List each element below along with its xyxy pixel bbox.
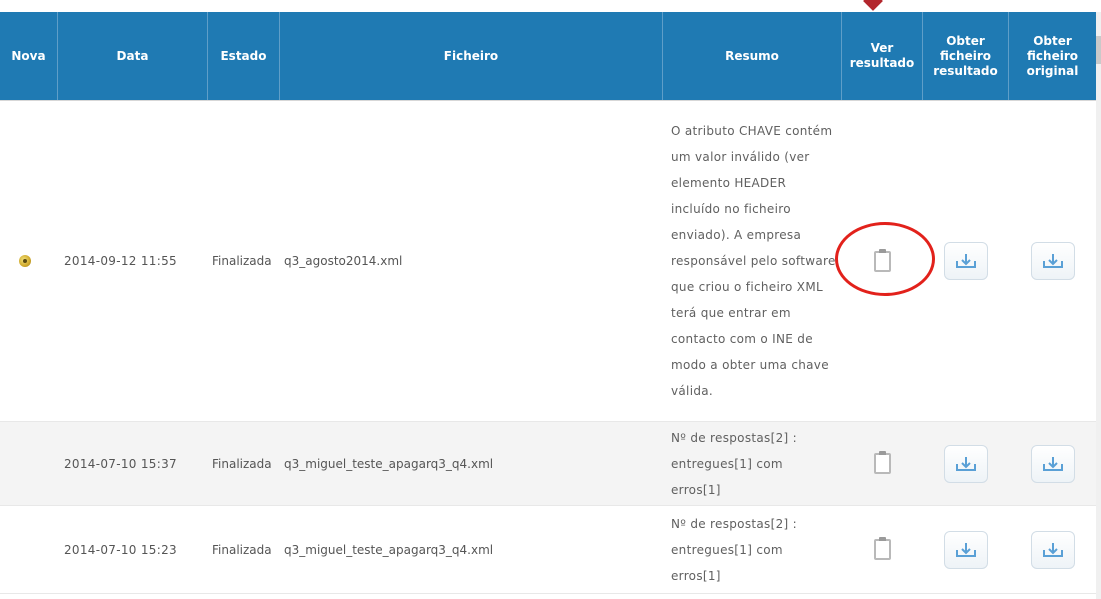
cell-nova — [0, 255, 58, 267]
header-resumo: Resumo — [663, 12, 842, 100]
header-obter-ficheiro-resultado: Obter ficheiro resultado — [923, 12, 1009, 100]
cell-resumo: O atributo CHAVE contém um valor inválid… — [671, 124, 836, 398]
cell-obter-resultado — [923, 242, 1009, 280]
cell-estado: Finalizada — [212, 456, 272, 471]
clipboard-icon[interactable] — [874, 248, 891, 272]
cell-data: 2014-07-10 15:37 — [64, 456, 177, 471]
top-strip — [0, 0, 1101, 12]
cell-obter-resultado — [923, 444, 1009, 483]
cell-ficheiro: q3_miguel_teste_apagarq3_q4.xml — [284, 542, 494, 557]
cell-data: 2014-09-12 11:55 — [64, 254, 177, 268]
download-result-button[interactable] — [944, 242, 988, 280]
cell-resumo: Nº de respostas[2] : entregues[1] com er… — [671, 430, 797, 497]
vertical-scrollbar[interactable] — [1096, 12, 1101, 599]
download-icon — [1042, 456, 1063, 471]
cell-obter-original — [1009, 530, 1096, 569]
cell-obter-original — [1009, 444, 1096, 483]
download-icon — [956, 456, 976, 471]
cell-obter-resultado — [923, 530, 1009, 569]
cell-data: 2014-07-10 15:23 — [64, 542, 177, 557]
header-nova: Nova — [0, 12, 58, 100]
cell-estado: Finalizada — [212, 542, 272, 557]
cell-ficheiro: q3_agosto2014.xml — [284, 254, 403, 268]
table-row: 2014-09-12 11:55 Finalizada q3_agosto201… — [0, 101, 1096, 422]
download-icon — [956, 254, 976, 268]
cell-estado: Finalizada — [212, 254, 272, 268]
header-ver-resultado: Ver resultado — [842, 12, 923, 100]
cell-ver-resultado — [842, 537, 923, 560]
download-result-button[interactable] — [944, 444, 988, 483]
header-obter-ficheiro-original: Obter ficheiro original — [1026, 33, 1079, 78]
header-ficheiro: Ficheiro — [280, 12, 663, 100]
download-original-button[interactable] — [1030, 444, 1075, 483]
download-result-button[interactable] — [944, 530, 988, 569]
cell-ver-resultado — [842, 451, 923, 474]
header-data: Data — [58, 12, 208, 100]
cell-resumo: Nº de respostas[2] : entregues[1] com er… — [671, 516, 797, 583]
cell-obter-original — [1009, 242, 1096, 280]
clipboard-icon[interactable] — [874, 537, 891, 560]
table-row: 2014-07-10 15:23 Finalizada q3_miguel_te… — [0, 506, 1096, 594]
download-original-button[interactable] — [1030, 242, 1075, 280]
clipboard-icon[interactable] — [874, 451, 891, 474]
download-icon — [1042, 254, 1063, 268]
download-original-button[interactable] — [1030, 530, 1075, 569]
header-estado: Estado — [208, 12, 280, 100]
cell-ficheiro: q3_miguel_teste_apagarq3_q4.xml — [284, 456, 494, 471]
cell-ver-resultado — [842, 248, 923, 272]
new-indicator-icon — [19, 255, 31, 267]
table-row: 2014-07-10 15:37 Finalizada q3_miguel_te… — [0, 422, 1096, 506]
scrollbar-thumb[interactable] — [1096, 36, 1101, 64]
download-icon — [1042, 542, 1063, 557]
top-marker-icon — [863, 0, 883, 11]
table-header: Nova Data Estado Ficheiro Resumo Ver res… — [0, 12, 1096, 101]
download-icon — [956, 542, 976, 557]
